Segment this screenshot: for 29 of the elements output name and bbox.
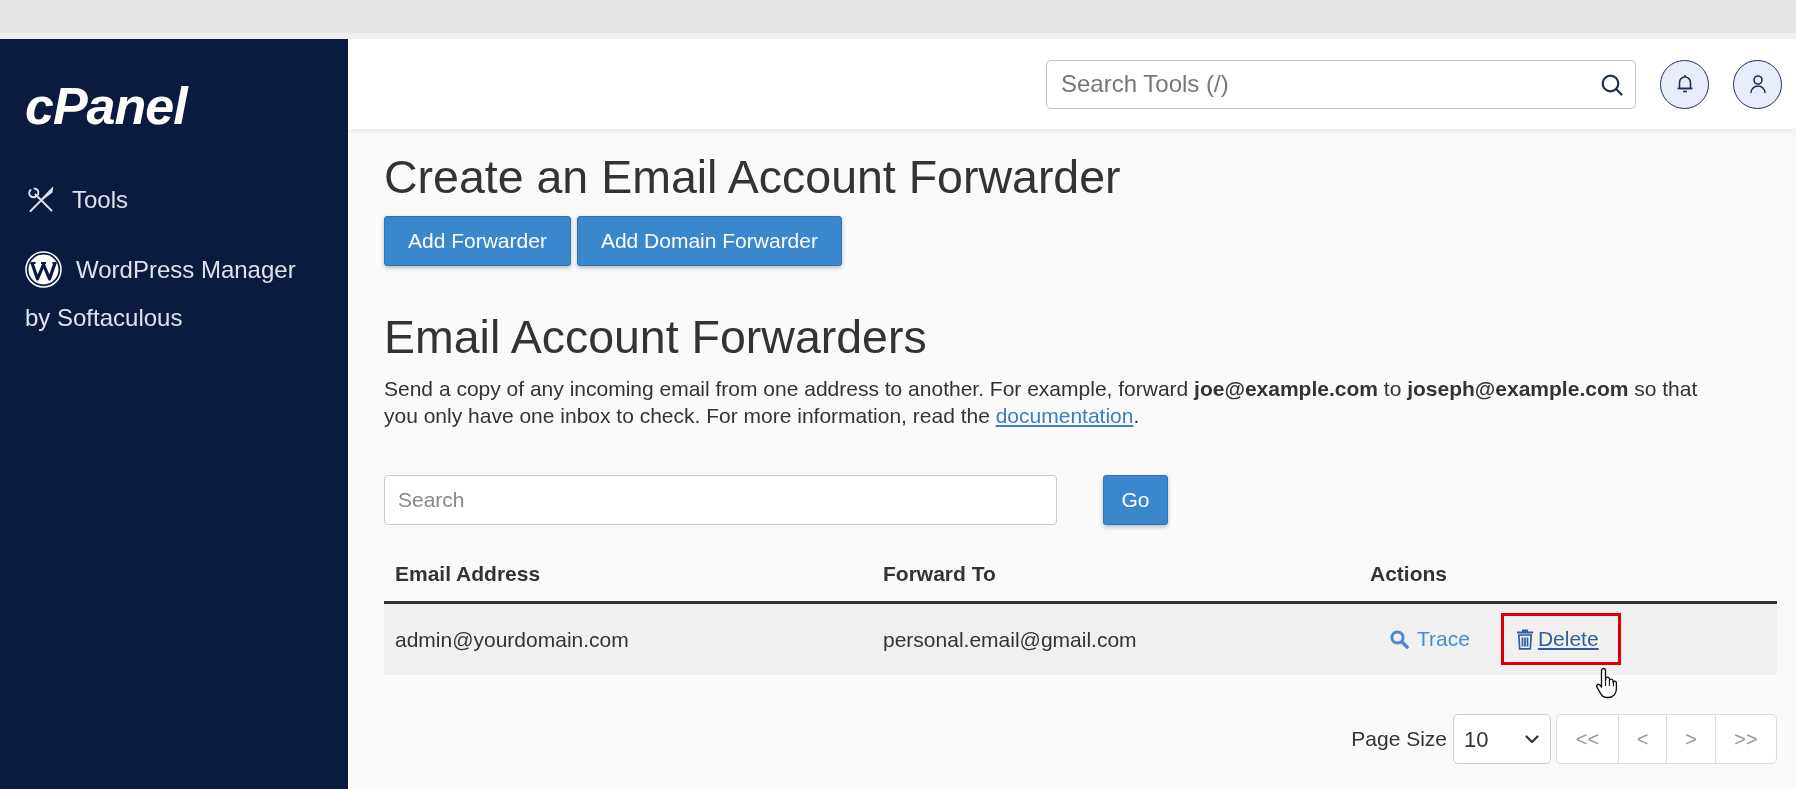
trace-link[interactable]: Trace (1390, 624, 1470, 655)
bell-icon (1675, 74, 1694, 94)
section-heading: Email Account Forwarders (384, 310, 927, 365)
notifications-button[interactable] (1660, 59, 1709, 109)
add-button[interactable]: Add Forwarder (384, 216, 571, 266)
logo: cPanel (25, 80, 190, 132)
account-button[interactable] (1733, 59, 1782, 109)
go-button[interactable]: Go (1103, 475, 1168, 525)
sidebar-item[interactable]: WordPress Manager by Softaculous (25, 246, 318, 342)
table-cell: personal.email@gmail.com (872, 602, 1359, 675)
search-field[interactable]: Search (384, 475, 1057, 525)
page-size-select[interactable]: 10 (1453, 714, 1551, 764)
search-tools-field[interactable]: Search Tools (/) (1046, 59, 1636, 109)
add-button[interactable]: Add Domain Forwarder (576, 216, 842, 266)
search-icon (1390, 629, 1409, 649)
chevron-down-icon (1525, 734, 1539, 744)
table-cell: admin@yourdomain.com (384, 602, 872, 675)
page-size-label: Page Size (1351, 726, 1447, 753)
description-text: Send a copy of any incoming email from one address to another. For example, forward joe@example.com to joseph@example.com so that you only have one inbox to check. For more information, read the documentation. (384, 376, 1699, 429)
trash-icon (1515, 628, 1534, 651)
delete-link[interactable]: Delete (1515, 624, 1599, 655)
sidebar-item[interactable]: Tools (25, 176, 318, 224)
documentation-link[interactable]: documentation (995, 403, 1134, 427)
hand-cursor-icon (1594, 667, 1620, 701)
search-icon (1601, 73, 1623, 96)
tools-icon (28, 186, 54, 213)
w-logo-icon (25, 251, 62, 289)
user-icon (1749, 74, 1766, 94)
page-heading: Create an Email Account Forwarder (384, 150, 1121, 205)
